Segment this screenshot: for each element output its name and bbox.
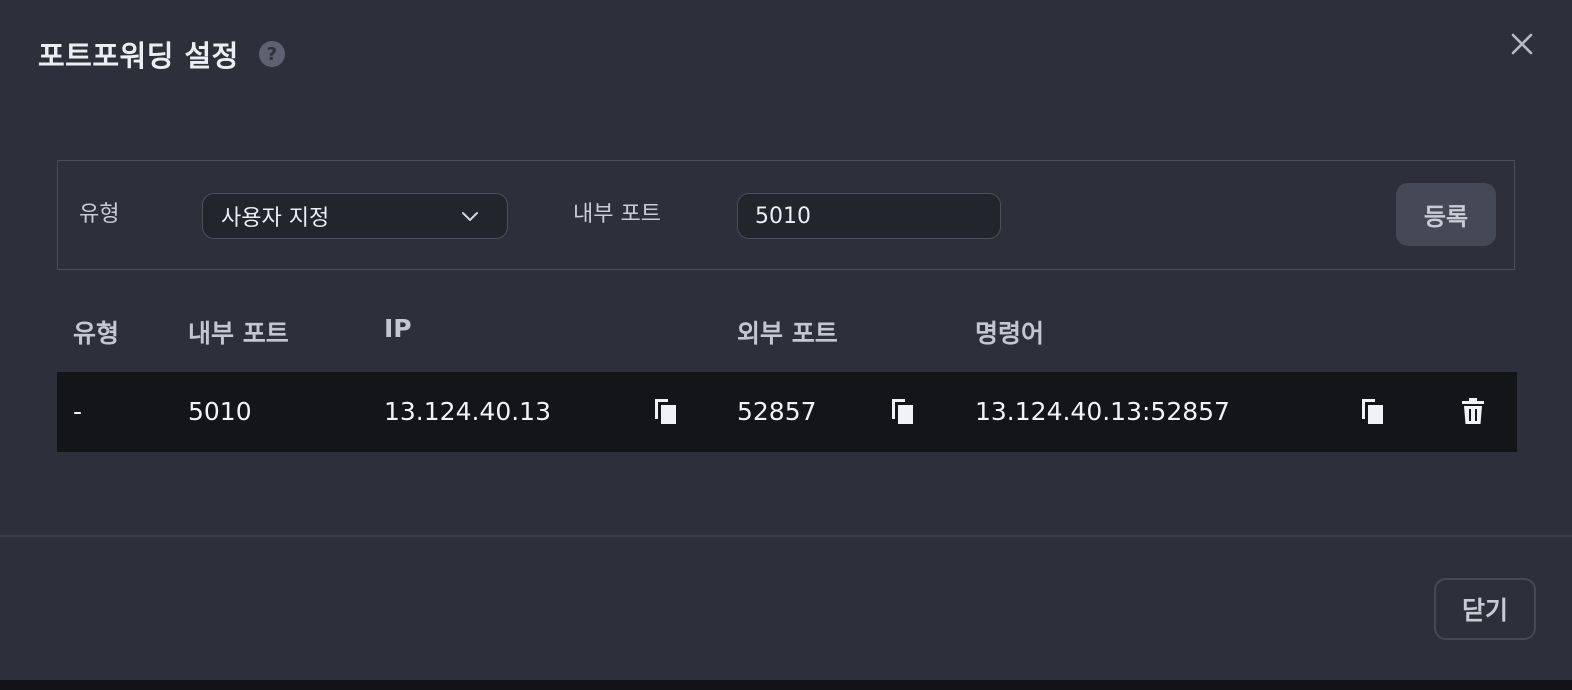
copy-ip-icon[interactable]	[652, 396, 680, 426]
close-button[interactable]: 닫기	[1434, 578, 1536, 640]
row-command: 13.124.40.13:52857	[975, 397, 1230, 426]
dialog-header: 포트포워딩 설정 ?	[38, 36, 285, 73]
column-header-ip: IP	[384, 314, 412, 343]
trash-icon[interactable]	[1459, 396, 1487, 426]
copy-command-icon[interactable]	[1359, 396, 1387, 426]
row-internal-port: 5010	[188, 397, 252, 426]
footer-divider	[0, 535, 1572, 537]
column-header-external-port: 외부 포트	[737, 319, 838, 348]
column-header-command: 명령어	[975, 319, 1045, 348]
row-type: -	[73, 397, 83, 426]
register-button[interactable]: 등록	[1396, 183, 1496, 246]
chevron-down-icon	[462, 212, 478, 221]
type-select[interactable]: 사용자 지정	[202, 193, 508, 239]
row-external-port: 52857	[737, 397, 817, 426]
port-forwarding-dialog: 포트포워딩 설정 ? 유형 사용자 지정 내부 포트 등록 유형 내부 포트 I…	[0, 0, 1572, 680]
column-header-type: 유형	[73, 319, 120, 348]
row-ip: 13.124.40.13	[384, 397, 551, 426]
type-label: 유형	[79, 202, 120, 227]
internal-port-input[interactable]	[737, 193, 1001, 239]
copy-external-port-icon[interactable]	[889, 396, 917, 426]
column-header-internal-port: 내부 포트	[188, 319, 289, 348]
question-circle-icon[interactable]: ?	[258, 41, 285, 67]
internal-port-label: 내부 포트	[573, 202, 661, 227]
dialog-title: 포트포워딩 설정	[38, 39, 239, 73]
close-icon[interactable]	[1508, 30, 1536, 58]
type-select-value: 사용자 지정	[221, 206, 330, 231]
